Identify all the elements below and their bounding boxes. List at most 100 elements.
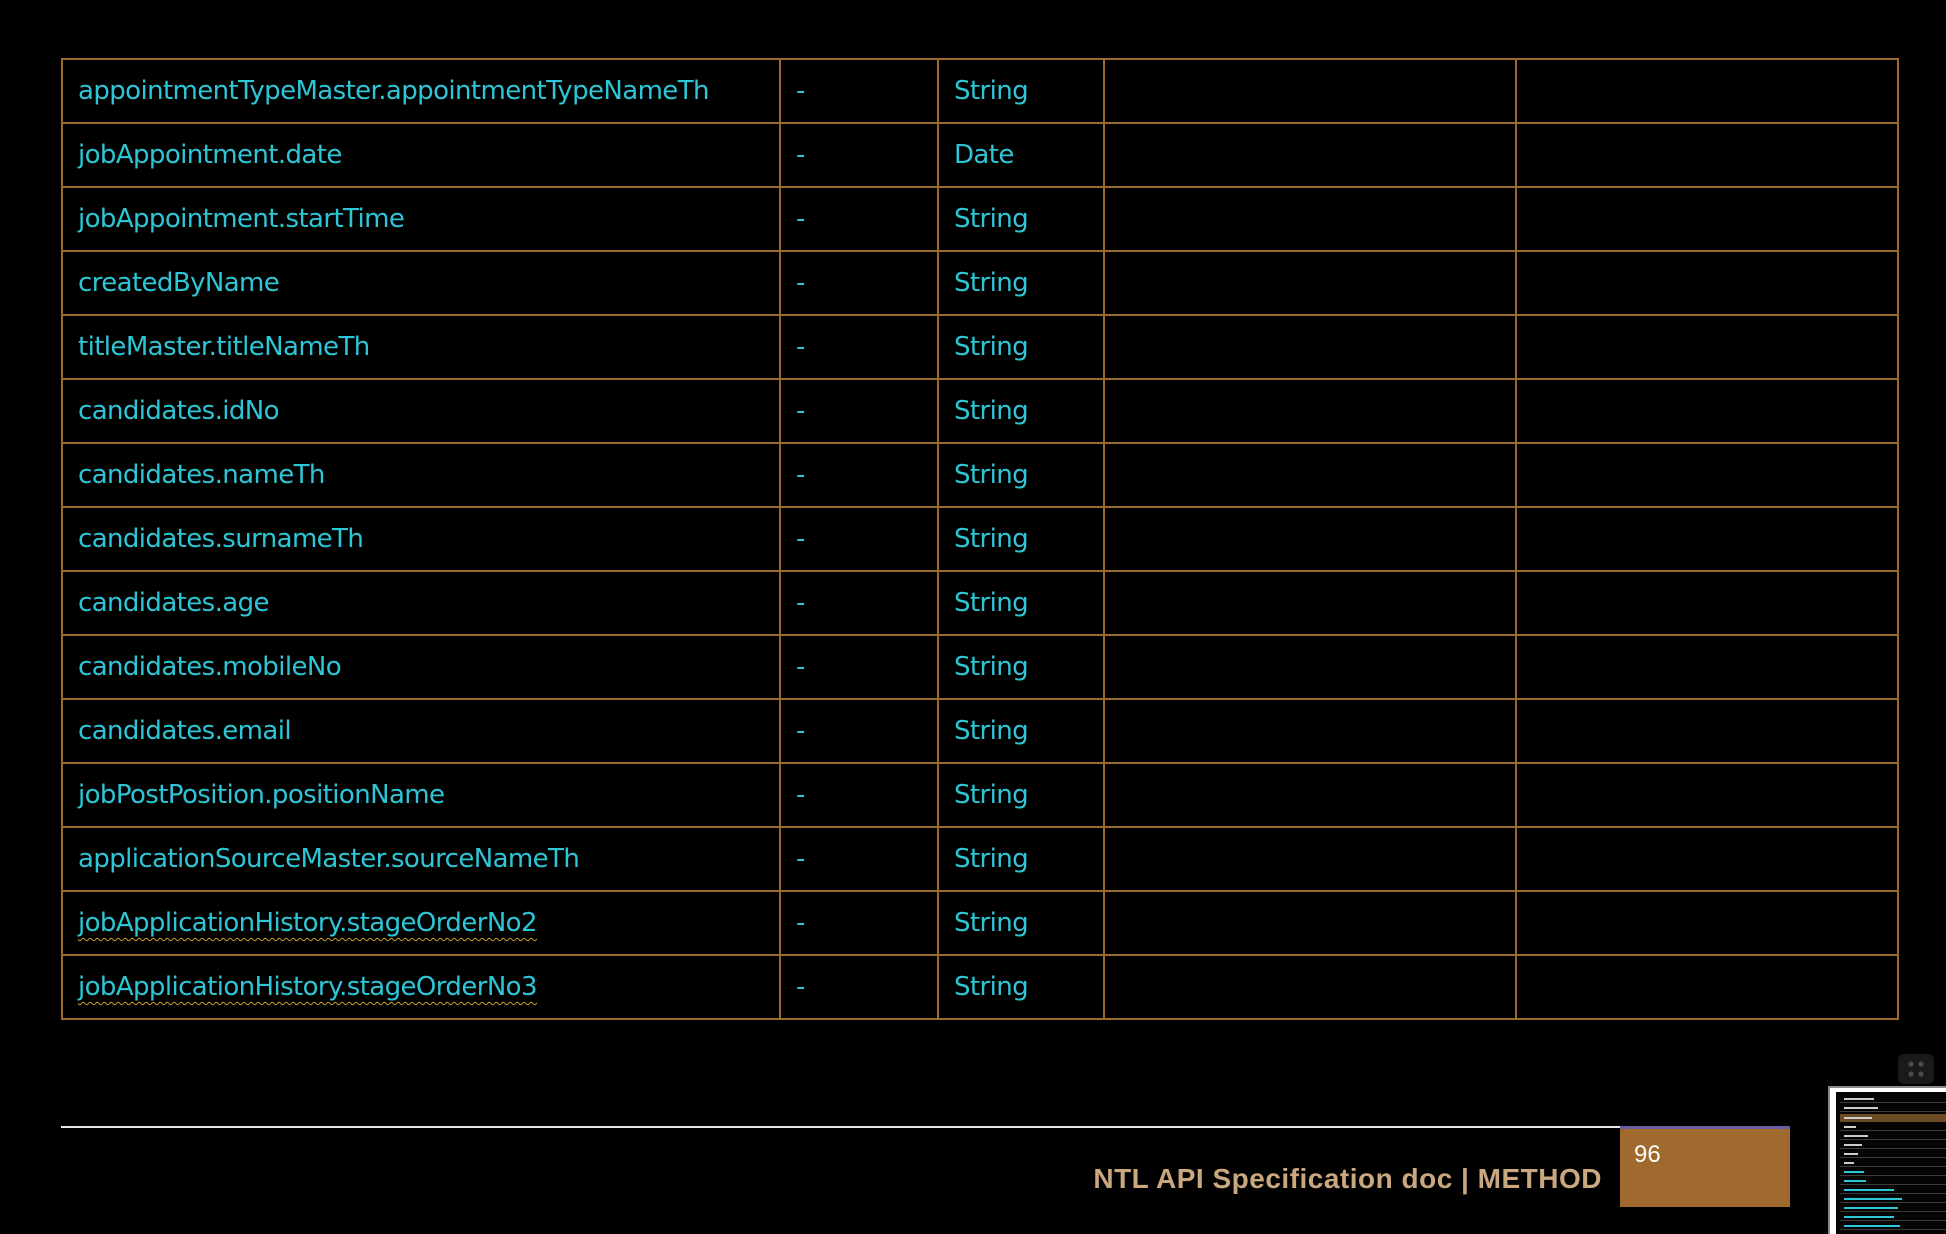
description-cell[interactable] — [1103, 954, 1517, 1020]
type-cell[interactable]: String — [937, 506, 1105, 572]
type-cell[interactable]: String — [937, 954, 1105, 1020]
field-name-cell[interactable]: jobAppointment.startTime — [61, 186, 781, 252]
remark-cell[interactable] — [1515, 570, 1899, 636]
description-cell[interactable] — [1103, 314, 1517, 380]
required-cell[interactable]: - — [779, 698, 939, 764]
type-cell[interactable]: String — [937, 250, 1105, 316]
description-cell[interactable] — [1103, 570, 1517, 636]
field-name-cell[interactable]: jobAppointment.date — [61, 122, 781, 188]
description-cell[interactable] — [1103, 442, 1517, 508]
required-text: - — [796, 204, 805, 234]
type-cell[interactable]: String — [937, 186, 1105, 252]
field-name-cell[interactable]: candidates.surnameTh — [61, 506, 781, 572]
slide-grid-handle[interactable] — [1898, 1054, 1934, 1084]
description-cell[interactable] — [1103, 506, 1517, 572]
type-text: String — [954, 652, 1029, 682]
table-row: applicationSourceMaster.sourceNameTh - Str… — [61, 826, 1899, 892]
field-name-cell[interactable]: titleMaster.titleNameTh — [61, 314, 781, 380]
remark-cell[interactable] — [1515, 954, 1899, 1020]
field-name-text: jobPostPosition.positionName — [78, 780, 445, 810]
required-cell[interactable]: - — [779, 314, 939, 380]
type-cell[interactable]: String — [937, 826, 1105, 892]
type-text: String — [954, 908, 1029, 938]
required-cell[interactable]: - — [779, 186, 939, 252]
slide-thumbnail[interactable] — [1828, 1086, 1946, 1234]
remark-cell[interactable] — [1515, 122, 1899, 188]
description-cell[interactable] — [1103, 378, 1517, 444]
required-text: - — [796, 524, 805, 554]
description-cell[interactable] — [1103, 890, 1517, 956]
remark-cell[interactable] — [1515, 762, 1899, 828]
required-cell[interactable]: - — [779, 122, 939, 188]
type-cell[interactable]: String — [937, 442, 1105, 508]
description-cell[interactable] — [1103, 698, 1517, 764]
description-cell[interactable] — [1103, 122, 1517, 188]
type-cell[interactable]: String — [937, 570, 1105, 636]
description-cell[interactable] — [1103, 826, 1517, 892]
remark-cell[interactable] — [1515, 58, 1899, 124]
type-text: String — [954, 76, 1029, 106]
required-cell[interactable]: - — [779, 378, 939, 444]
type-cell[interactable]: String — [937, 314, 1105, 380]
table-row: candidates.mobileNo - String — [61, 634, 1899, 700]
remark-cell[interactable] — [1515, 314, 1899, 380]
thumbnail-preview — [1836, 1092, 1946, 1234]
required-cell[interactable]: - — [779, 442, 939, 508]
type-cell[interactable]: Date — [937, 122, 1105, 188]
type-cell[interactable]: String — [937, 58, 1105, 124]
field-name-text: jobAppointment.startTime — [78, 204, 405, 234]
field-name-text: candidates.nameTh — [78, 460, 325, 490]
required-cell[interactable]: - — [779, 762, 939, 828]
remark-cell[interactable] — [1515, 378, 1899, 444]
field-name-cell[interactable]: createdByName — [61, 250, 781, 316]
description-cell[interactable] — [1103, 634, 1517, 700]
required-cell[interactable]: - — [779, 570, 939, 636]
remark-cell[interactable] — [1515, 442, 1899, 508]
required-cell[interactable]: - — [779, 826, 939, 892]
field-name-cell[interactable]: candidates.email — [61, 698, 781, 764]
required-cell[interactable]: - — [779, 954, 939, 1020]
type-cell[interactable]: String — [937, 890, 1105, 956]
field-name-text: candidates.mobileNo — [78, 652, 342, 682]
description-cell[interactable] — [1103, 58, 1517, 124]
remark-cell[interactable] — [1515, 506, 1899, 572]
type-text: Date — [954, 140, 1014, 170]
type-cell[interactable]: String — [937, 378, 1105, 444]
slide-page: appointmentTypeMaster.appointmentTypeNam… — [0, 0, 1946, 1234]
remark-cell[interactable] — [1515, 634, 1899, 700]
field-name-cell[interactable]: candidates.idNo — [61, 378, 781, 444]
remark-cell[interactable] — [1515, 890, 1899, 956]
description-cell[interactable] — [1103, 250, 1517, 316]
type-cell[interactable]: String — [937, 698, 1105, 764]
field-name-cell[interactable]: candidates.mobileNo — [61, 634, 781, 700]
field-name-cell[interactable]: jobApplicationHistory.stageOrderNo2 — [61, 890, 781, 956]
required-text: - — [796, 780, 805, 810]
table-row: titleMaster.titleNameTh - String — [61, 314, 1899, 380]
remark-cell[interactable] — [1515, 186, 1899, 252]
table-row: jobAppointment.date - Date — [61, 122, 1899, 188]
field-name-text: applicationSourceMaster.sourceNameTh — [78, 844, 580, 874]
required-cell[interactable]: - — [779, 634, 939, 700]
field-name-cell[interactable]: jobApplicationHistory.stageOrderNo3 — [61, 954, 781, 1020]
field-name-cell[interactable]: candidates.nameTh — [61, 442, 781, 508]
field-name-cell[interactable]: jobPostPosition.positionName — [61, 762, 781, 828]
required-text: - — [796, 76, 805, 106]
required-cell[interactable]: - — [779, 58, 939, 124]
description-cell[interactable] — [1103, 186, 1517, 252]
required-text: - — [796, 140, 805, 170]
description-cell[interactable] — [1103, 762, 1517, 828]
field-name-cell[interactable]: candidates.age — [61, 570, 781, 636]
remark-cell[interactable] — [1515, 826, 1899, 892]
table-body: appointmentTypeMaster.appointmentTypeNam… — [61, 58, 1899, 1020]
remark-cell[interactable] — [1515, 698, 1899, 764]
required-cell[interactable]: - — [779, 890, 939, 956]
type-text: String — [954, 780, 1029, 810]
type-text: String — [954, 972, 1029, 1002]
type-cell[interactable]: String — [937, 634, 1105, 700]
type-cell[interactable]: String — [937, 762, 1105, 828]
field-name-cell[interactable]: appointmentTypeMaster.appointmentTypeNam… — [61, 58, 781, 124]
remark-cell[interactable] — [1515, 250, 1899, 316]
required-cell[interactable]: - — [779, 250, 939, 316]
field-name-cell[interactable]: applicationSourceMaster.sourceNameTh — [61, 826, 781, 892]
required-cell[interactable]: - — [779, 506, 939, 572]
